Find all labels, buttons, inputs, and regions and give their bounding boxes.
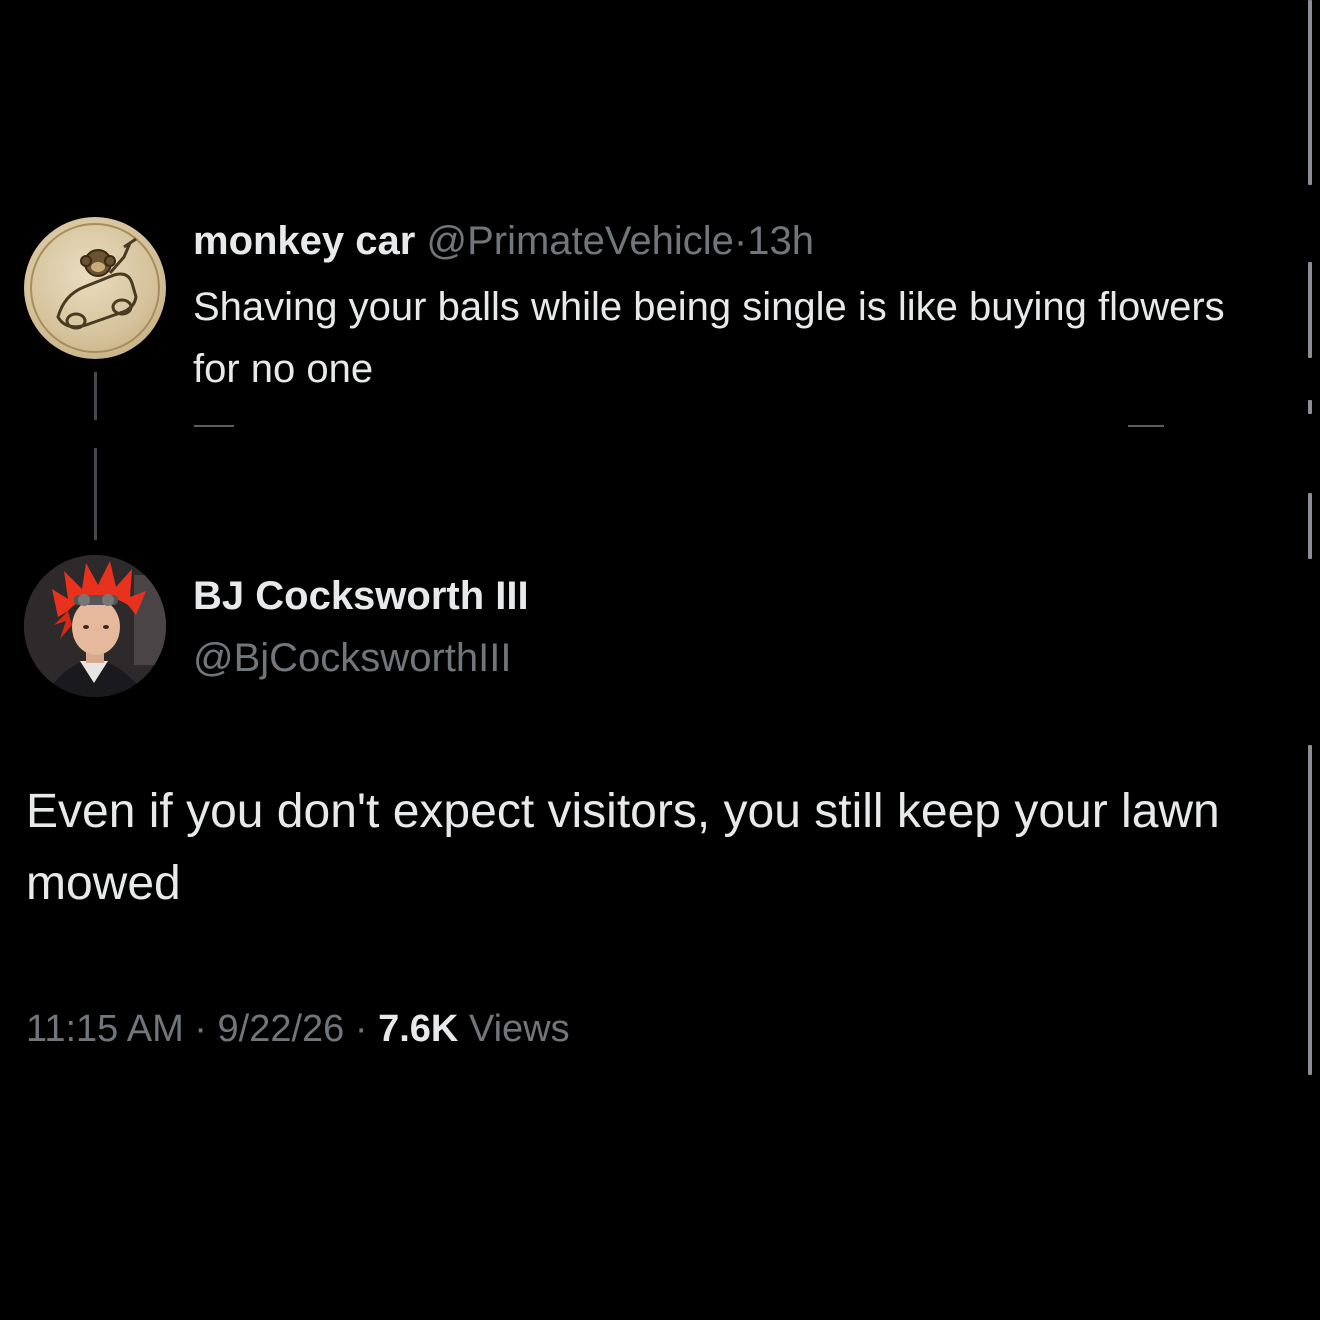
separator-dot: · — [194, 1008, 207, 1050]
thread-connector-line — [94, 372, 97, 420]
tweet-metadata: 11:15 AM · 9/22/26 · 7.6K Views — [26, 1004, 570, 1054]
scrollbar-segment — [1308, 400, 1312, 414]
monkey-driving-car-icon — [30, 223, 160, 353]
parent-tweet-header: monkey car @PrimateVehicle·13h — [193, 215, 814, 267]
parent-display-name[interactable]: monkey car — [193, 219, 415, 263]
parent-handle[interactable]: @PrimateVehicle — [426, 219, 733, 263]
views-count[interactable]: 7.6K — [378, 1008, 458, 1050]
views-label: Views — [468, 1008, 570, 1050]
scrollbar-segment — [1308, 262, 1312, 358]
reply-avatar[interactable] — [24, 555, 166, 697]
parent-avatar[interactable] — [24, 217, 166, 359]
red-haired-character-avatar — [24, 555, 166, 697]
scrollbar-segment — [1308, 745, 1312, 1075]
tweet-time[interactable]: 11:15 AM — [26, 1008, 184, 1050]
tweet-date[interactable]: 9/22/26 — [218, 1008, 345, 1050]
thread-connector-line — [94, 448, 97, 540]
separator-dot: · — [733, 219, 748, 263]
scrollbar-segment — [1308, 493, 1312, 559]
scrollbar-segment — [1308, 0, 1312, 185]
reply-display-name[interactable]: BJ Cocksworth III — [193, 574, 529, 618]
reply-handle-row: @BjCocksworthIII — [193, 632, 511, 684]
divider-artifact — [194, 425, 234, 427]
parent-tweet-text: Shaving your balls while being single is… — [193, 285, 1225, 391]
reply-display-name-row: BJ Cocksworth III — [193, 570, 529, 622]
separator-dot: · — [354, 1008, 368, 1050]
parent-time-ago[interactable]: 13h — [747, 219, 814, 263]
divider-artifact — [1128, 425, 1164, 427]
reply-tweet-text: Even if you don't expect visitors, you s… — [26, 785, 1220, 910]
reply-handle[interactable]: @BjCocksworthIII — [193, 636, 511, 680]
